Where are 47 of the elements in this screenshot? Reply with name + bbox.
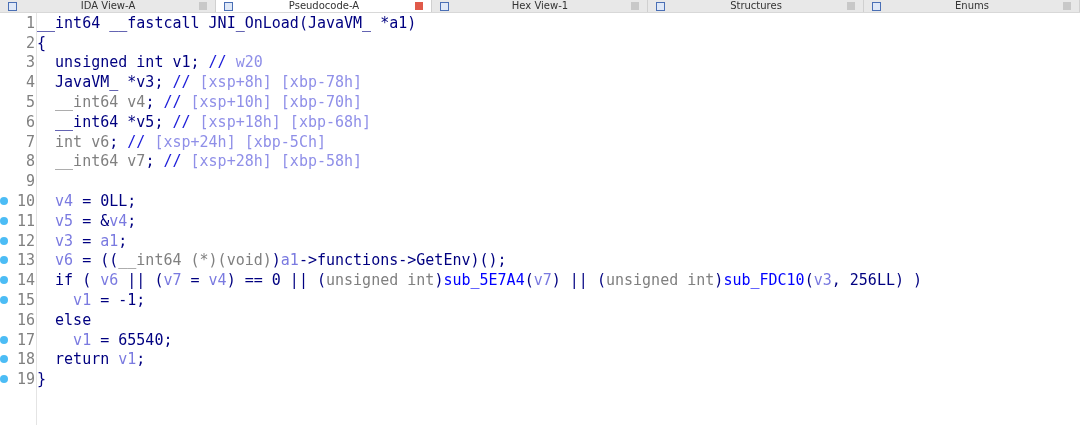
tab[interactable]: Hex View-1 (432, 0, 648, 12)
line-number: 17 (16, 330, 36, 349)
code-line: { (37, 33, 47, 52)
code-line: __int64 *v5; // [xsp+18h] [xbp-68h] (54, 112, 372, 131)
line-number: 13 (16, 251, 36, 270)
code-line: JavaVM_ *v3; // [xsp+8h] [xbp-78h] (54, 73, 363, 92)
tab[interactable]: Pseudocode-A (216, 0, 432, 12)
code-line: unsigned int v1; // w20 (54, 53, 263, 72)
tab[interactable]: Structures (648, 0, 864, 12)
line-number: 10 (16, 192, 36, 211)
line-number: 7 (25, 132, 36, 151)
code-line: v1 = 65540; (72, 330, 173, 349)
code-line: return v1; (54, 350, 146, 369)
line-number: 4 (25, 73, 36, 92)
tab[interactable]: Enums (864, 0, 1080, 12)
line-number: 5 (25, 93, 36, 112)
document-icon (656, 1, 665, 11)
line-number: 19 (16, 370, 36, 389)
line-number: 2 (25, 33, 36, 52)
line-number: 3 (25, 53, 36, 72)
line-number: 11 (16, 211, 36, 230)
code-line: v4 = 0LL; (54, 192, 137, 211)
code-line: v3 = a1; (54, 231, 128, 250)
line-number: 15 (16, 291, 36, 310)
code-line: __int64 v4; // [xsp+10h] [xbp-70h] (54, 93, 363, 112)
code-line: v1 = -1; (72, 291, 146, 310)
code-line: if ( v6 || (v7 = v4) == 0 || (unsigned int)sub_5E7A4(v7) || (unsigned int)sub_FDC10(v3, 256LL) ) (54, 271, 923, 290)
code-line: } (37, 370, 47, 389)
code-line: v6 = ((__int64 (*)(void))a1->functions->GetEnv)(); (54, 251, 507, 270)
line-number: 9 (25, 172, 36, 191)
line-number: 18 (16, 350, 36, 369)
document-icon (872, 1, 881, 11)
line-number: 6 (25, 112, 36, 131)
document-icon (224, 1, 233, 11)
line-number: 1 (25, 13, 36, 32)
line-number: 12 (16, 231, 36, 250)
document-icon (8, 1, 17, 11)
code-line: int v6; // [xsp+24h] [xbp-5Ch] (54, 132, 326, 151)
code-line: v5 = &v4; (54, 211, 137, 230)
line-number: 14 (16, 271, 36, 290)
tab[interactable]: IDA View-A (0, 0, 216, 12)
line-number: 8 (25, 152, 36, 171)
code-line: __int64 __fastcall JNI_OnLoad(JavaVM_ *a1) (37, 13, 417, 32)
document-icon (440, 1, 449, 11)
code-line: __int64 v7; // [xsp+28h] [xbp-58h] (54, 152, 363, 171)
code-line: else (54, 310, 92, 329)
line-number: 16 (16, 310, 36, 329)
